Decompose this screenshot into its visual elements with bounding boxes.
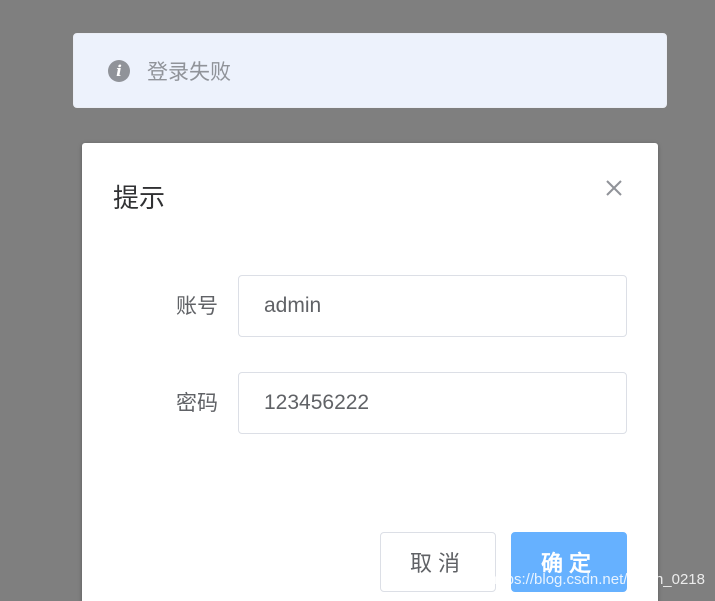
form-row-account: 账号 — [82, 275, 658, 337]
watermark: https://blog.csdn.net/Chen_0218 — [489, 571, 705, 588]
account-input[interactable] — [238, 275, 627, 337]
toast-message: 登录失败 — [147, 59, 231, 84]
cancel-button[interactable]: 取消 — [380, 532, 496, 592]
prompt-dialog: 提示 账号 密码 取消 确定 — [82, 143, 658, 601]
password-input[interactable] — [238, 372, 627, 434]
close-icon[interactable] — [602, 176, 626, 200]
info-icon: i — [108, 59, 130, 82]
password-label: 密码 — [176, 391, 218, 415]
dialog-title: 提示 — [113, 184, 166, 214]
form-row-password: 密码 — [82, 372, 658, 434]
account-label: 账号 — [176, 294, 218, 318]
message-toast: i 登录失败 — [73, 33, 667, 108]
